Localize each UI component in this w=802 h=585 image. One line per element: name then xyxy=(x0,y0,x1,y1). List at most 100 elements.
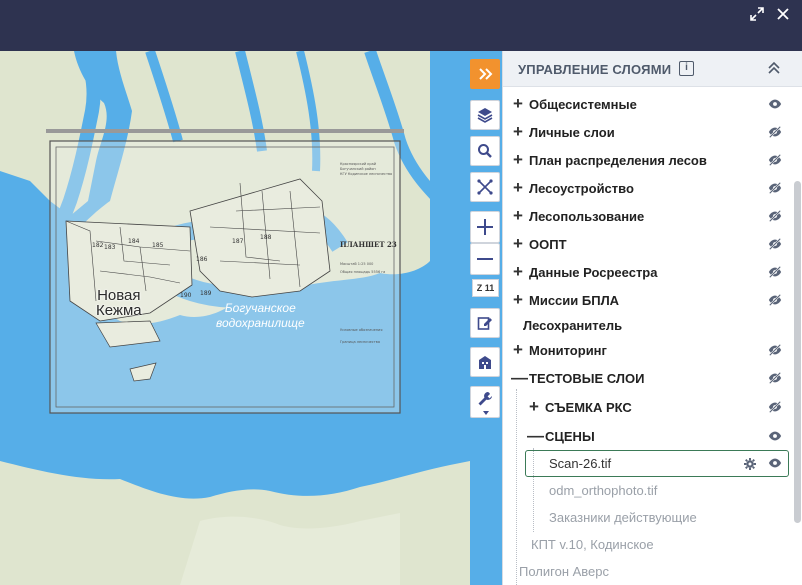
minus-icon xyxy=(477,258,493,260)
close-icon[interactable] xyxy=(773,6,793,26)
layer-row[interactable]: Заказники действующие xyxy=(545,504,793,530)
layer-label: Лесохранитель xyxy=(523,317,623,333)
expand-icon[interactable]: + xyxy=(511,291,525,308)
collapse-icon[interactable]: — xyxy=(527,427,544,444)
layer-label: Данные Росреестра xyxy=(529,264,658,280)
svg-text:Красноярский край: Красноярский край xyxy=(340,162,376,166)
eye-slash-icon[interactable] xyxy=(768,209,782,223)
building-icon xyxy=(479,356,491,369)
layer-row[interactable]: — ТЕСТОВЫЕ СЛОИ xyxy=(511,365,793,391)
measure-icon xyxy=(477,179,493,195)
svg-text:187: 187 xyxy=(232,238,244,245)
svg-text:КГУ Кодинское лесничество: КГУ Кодинское лесничество xyxy=(340,172,392,176)
city-label: Новая Кежма xyxy=(96,287,142,319)
expand-icon[interactable]: + xyxy=(511,95,525,112)
window-header xyxy=(0,0,802,51)
tools-button[interactable] xyxy=(470,386,500,418)
svg-text:184: 184 xyxy=(128,238,140,245)
layer-row[interactable]: + План распределения лесов xyxy=(511,147,793,173)
expand-icon[interactable]: + xyxy=(511,263,525,280)
eye-slash-icon[interactable] xyxy=(768,181,782,195)
edit-button[interactable] xyxy=(470,308,500,338)
expand-icon[interactable]: + xyxy=(511,341,525,358)
layers-panel-header: УПРАВЛЕНИЕ СЛОЯМИ i xyxy=(503,51,802,87)
tree-guide-line xyxy=(516,389,517,585)
caret-down-icon xyxy=(483,411,489,415)
edit-icon xyxy=(477,317,492,330)
zoom-out-button[interactable] xyxy=(470,243,500,275)
eye-icon[interactable] xyxy=(768,429,782,443)
layer-row[interactable]: + Миссии БПЛА xyxy=(511,287,793,313)
layer-label: Scan-26.tif xyxy=(549,455,612,471)
zoom-in-button[interactable] xyxy=(470,211,500,243)
wrench-icon xyxy=(478,392,492,406)
svg-text:189: 189 xyxy=(200,290,212,297)
expand-icon[interactable]: + xyxy=(511,207,525,224)
eye-slash-icon[interactable] xyxy=(768,125,782,139)
info-icon[interactable]: i xyxy=(679,61,694,76)
svg-text:185: 185 xyxy=(152,242,164,249)
plus-icon xyxy=(477,219,493,235)
reservoir-label: Богучанское водохранилище xyxy=(216,301,305,330)
layer-row[interactable]: + Лесоустройство xyxy=(511,175,793,201)
layer-row[interactable]: + Личные слои xyxy=(511,119,793,145)
expand-icon[interactable]: + xyxy=(511,179,525,196)
layer-label: Мониторинг xyxy=(529,342,607,358)
panel-scrollbar[interactable] xyxy=(794,181,801,523)
layer-row[interactable]: + Общесистемные xyxy=(511,91,793,117)
layer-label: Лесопользование xyxy=(529,208,645,224)
layer-label: Заказники действующие xyxy=(549,509,697,525)
svg-text:Условные обозначения: Условные обозначения xyxy=(340,328,382,332)
layer-row[interactable]: + ООПТ xyxy=(511,231,793,257)
svg-text:Масштаб 1:25 000: Масштаб 1:25 000 xyxy=(340,262,373,266)
map-view[interactable]: ПЛАНШЕТ 23 Красноярский край Богучанский… xyxy=(0,51,502,585)
svg-text:188: 188 xyxy=(260,234,272,241)
search-button[interactable] xyxy=(470,136,500,166)
layer-label: КПТ v.10, Кодинское xyxy=(531,536,654,552)
layer-row[interactable]: + Мониторинг xyxy=(511,337,793,363)
gear-icon[interactable] xyxy=(744,457,756,470)
eye-slash-icon[interactable] xyxy=(768,237,782,251)
layer-row[interactable]: — СЦЕНЫ xyxy=(527,423,793,449)
search-icon xyxy=(478,144,492,158)
expand-icon[interactable] xyxy=(747,6,767,26)
eye-slash-icon[interactable] xyxy=(768,293,782,307)
layer-label: Полигон Аверс xyxy=(519,563,610,579)
expand-icon[interactable]: + xyxy=(511,123,525,140)
expand-icon[interactable]: + xyxy=(511,151,525,168)
layer-row[interactable]: + Данные Росреестра xyxy=(511,259,793,285)
layer-label: План распределения лесов xyxy=(529,152,707,168)
layer-label: odm_orthophoto.tif xyxy=(549,482,658,498)
svg-text:182: 182 xyxy=(92,242,104,249)
layer-row[interactable]: odm_orthophoto.tif xyxy=(545,477,793,503)
collapse-panel-button[interactable] xyxy=(470,59,500,89)
eye-slash-icon[interactable] xyxy=(768,371,782,385)
layer-label: СЪЕМКА РКС xyxy=(545,399,632,415)
layer-label: Личные слои xyxy=(529,124,615,140)
eye-icon[interactable] xyxy=(768,97,782,111)
chevron-double-up-icon[interactable] xyxy=(766,60,782,76)
layers-panel: УПРАВЛЕНИЕ СЛОЯМИ i + Общесистемные + Личны… xyxy=(502,51,802,585)
svg-text:186: 186 xyxy=(196,256,208,263)
layer-row[interactable]: Лесохранитель xyxy=(511,312,793,338)
expand-icon[interactable]: + xyxy=(511,235,525,252)
measure-button[interactable] xyxy=(470,172,500,202)
expand-icon[interactable]: + xyxy=(527,398,541,415)
eye-slash-icon[interactable] xyxy=(768,400,782,414)
layer-label: Лесоустройство xyxy=(529,180,634,196)
layer-row[interactable]: + СЪЕМКА РКС xyxy=(527,394,793,420)
layer-row[interactable]: + Лесопользование xyxy=(511,203,793,229)
eye-slash-icon[interactable] xyxy=(768,153,782,167)
eye-icon[interactable] xyxy=(768,456,782,470)
layer-label: Миссии БПЛА xyxy=(529,292,620,308)
layer-row[interactable]: Scan-26.tif xyxy=(545,450,793,476)
svg-text:Общая площадь 5556 га: Общая площадь 5556 га xyxy=(340,270,385,274)
layer-row[interactable]: Полигон Аверс xyxy=(515,558,793,584)
collapse-icon[interactable]: — xyxy=(511,369,528,386)
eye-slash-icon[interactable] xyxy=(768,265,782,279)
print-button[interactable] xyxy=(470,347,500,377)
layer-row[interactable]: КПТ v.10, Кодинское xyxy=(527,531,793,557)
layers-icon xyxy=(477,108,493,123)
eye-slash-icon[interactable] xyxy=(768,343,782,357)
layers-button[interactable] xyxy=(470,100,500,130)
